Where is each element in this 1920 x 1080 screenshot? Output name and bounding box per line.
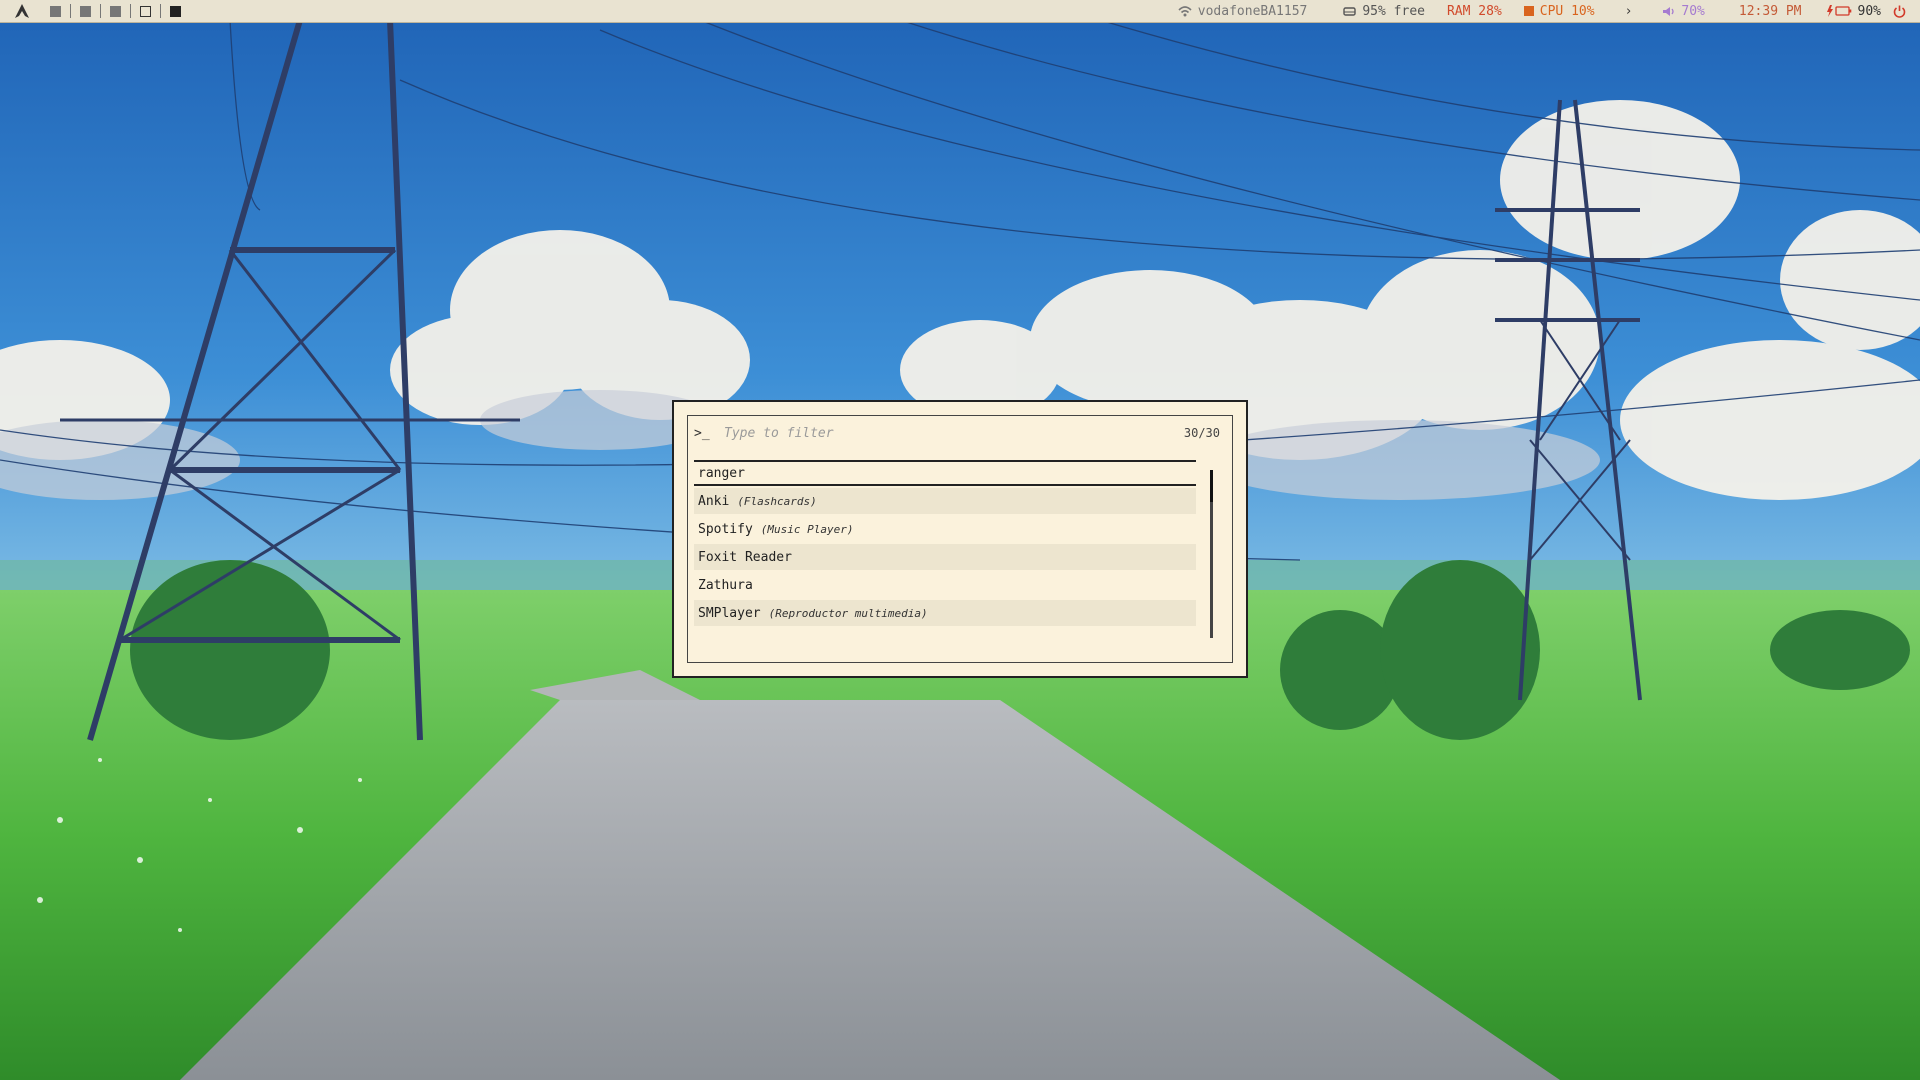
item-name: Spotify [698, 521, 753, 537]
item-description: (Reproductor multimedia) [768, 606, 928, 620]
cpu-label: CPU 10% [1539, 3, 1595, 19]
app-launcher: >_ 30/30 ranger Anki (Flashcards) Spotif… [672, 400, 1248, 678]
disk-label: 95% free [1362, 3, 1425, 19]
cpu-icon [1523, 6, 1534, 16]
item-name: SMPlayer [698, 605, 761, 621]
item-description: (Music Player) [760, 522, 854, 536]
expand-tray-button[interactable]: › [1625, 4, 1633, 19]
prompt-icon: >_ [694, 425, 710, 441]
battery-label: 90% [1857, 3, 1881, 19]
volume-status[interactable]: 70% [1662, 3, 1705, 19]
list-item[interactable]: Zathura [694, 572, 1196, 598]
item-name: Foxit Reader [698, 549, 792, 565]
list-item[interactable]: Spotify (Music Player) [694, 516, 1196, 542]
item-name: Zathura [698, 577, 753, 593]
volume-label: 70% [1681, 3, 1705, 19]
disk-icon [1343, 7, 1357, 16]
top-status-bar: vodafoneBA1157 95% free RAM 28% CPU 10% … [0, 0, 1920, 23]
list-item[interactable]: Foxit Reader [694, 544, 1196, 570]
ram-status[interactable]: RAM 28% [1447, 4, 1502, 19]
workspace-separator [160, 4, 161, 18]
power-icon [1893, 5, 1906, 18]
result-count: 30/30 [1183, 426, 1220, 440]
filter-input[interactable] [724, 425, 1184, 441]
workspace-1-button[interactable] [50, 5, 61, 17]
list-item[interactable]: Anki (Flashcards) [694, 488, 1196, 514]
volume-icon [1663, 6, 1675, 16]
cpu-status[interactable]: CPU 10% [1523, 3, 1595, 19]
arch-logo-icon[interactable] [14, 3, 30, 19]
item-name: Anki [698, 493, 730, 509]
battery-status[interactable]: 90% [1826, 4, 1881, 19]
workspace-separator [130, 4, 131, 18]
list-item[interactable]: ranger [694, 460, 1196, 486]
scrollbar-thumb[interactable] [1210, 470, 1213, 502]
workspace-2-button[interactable] [80, 5, 91, 17]
disk-status[interactable]: 95% free [1343, 4, 1425, 19]
wifi-status[interactable]: vodafoneBA1157 [1178, 3, 1308, 19]
workspace-5-button[interactable] [170, 5, 181, 17]
launcher-scrollbar[interactable] [1210, 470, 1213, 638]
launcher-prompt-row: >_ 30/30 [694, 424, 1220, 442]
list-item[interactable]: SMPlayer (Reproductor multimedia) [694, 600, 1196, 626]
workspace-separator [70, 4, 71, 18]
launcher-results-list: ranger Anki (Flashcards) Spotify (Music … [694, 460, 1196, 628]
battery-charging-icon [1826, 5, 1851, 17]
workspace-separator [100, 4, 101, 18]
item-description: (Flashcards) [737, 494, 817, 508]
chevron-right-icon: › [1624, 3, 1633, 19]
clock-label: 12:39 PM [1738, 3, 1802, 19]
ram-label: RAM 28% [1446, 3, 1502, 19]
clock[interactable]: 12:39 PM [1739, 4, 1802, 19]
workspace-4-button[interactable] [140, 5, 151, 17]
workspace-3-button[interactable] [110, 5, 121, 17]
wifi-label: vodafoneBA1157 [1197, 3, 1308, 19]
wifi-icon [1178, 6, 1192, 17]
item-name: ranger [698, 465, 745, 481]
power-button[interactable] [1893, 5, 1912, 18]
